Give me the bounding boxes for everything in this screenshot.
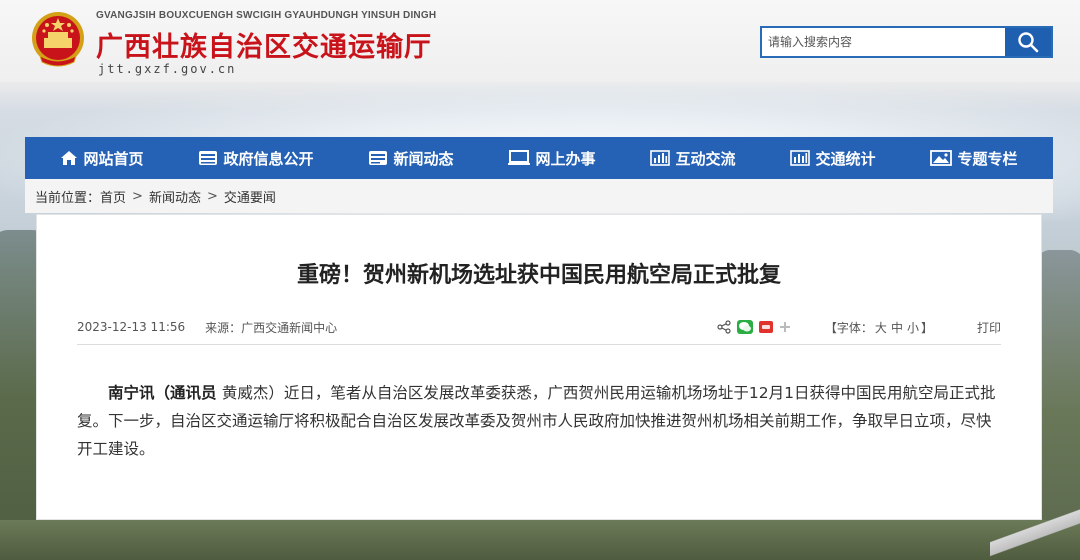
nav-item-label: 专题专栏 [957, 149, 1018, 168]
article-reporter: 黄威杰 [221, 384, 269, 402]
share-icons [717, 320, 791, 334]
breadcrumb-home[interactable]: 首页 [100, 187, 126, 206]
plus-icon[interactable] [779, 321, 791, 333]
monitor-icon [508, 150, 531, 165]
article-meta: 2023-12-13 11:56 来源：广西交通新闻中心 【字体： 大 中 小 … [77, 315, 1001, 339]
breadcrumb-news[interactable]: 新闻动态 [149, 187, 201, 206]
site-pinyin-name: GVANGJSIH BOUXCUENGH SWCIGIH GYAUHDUNGH … [96, 10, 437, 21]
article-source: 来源：广西交通新闻中心 [205, 320, 338, 335]
nav-item-label: 政府信息公开 [223, 149, 314, 168]
nav-item-interaction[interactable]: 互动交流 [650, 148, 736, 169]
home-icon [61, 151, 78, 165]
nav-item-home[interactable]: 网站首页 [60, 148, 144, 169]
site-url: jtt.gxzf.gov.cn [98, 62, 237, 76]
background-ground [0, 520, 1080, 560]
font-size-medium[interactable]: 中 [891, 321, 903, 335]
nav-item-news[interactable]: 新闻动态 [368, 148, 454, 169]
font-size-control: 【字体：大中小】 [825, 319, 933, 336]
site-title[interactable]: 广西壮族自治区交通运输厅 [96, 25, 432, 64]
article-body: 南宁讯（通讯员 黄威杰）近日，笔者从自治区发展改革委获悉，广西贺州民用运输机场场… [77, 379, 1001, 463]
meta-divider [77, 344, 1001, 345]
chart-icon [650, 150, 671, 166]
stats-icon [790, 150, 811, 166]
nav-item-label: 交通统计 [815, 149, 876, 168]
wechat-icon[interactable] [736, 320, 753, 334]
search-box [760, 26, 1053, 58]
nav-item-label: 网上办事 [535, 149, 596, 168]
breadcrumb-transport-news[interactable]: 交通要闻 [224, 187, 276, 206]
breadcrumb-separator: > [132, 188, 143, 204]
font-size-large[interactable]: 大 [875, 321, 887, 335]
font-size-small[interactable]: 小 [907, 321, 919, 335]
nav-item-special-topics[interactable]: 专题专栏 [930, 148, 1018, 169]
search-button[interactable] [1005, 28, 1051, 56]
national-emblem-icon[interactable] [30, 10, 86, 68]
nav-item-label: 新闻动态 [393, 149, 454, 168]
font-size-label: 【字体： [824, 320, 873, 335]
breadcrumb-prefix: 当前位置： [35, 190, 101, 206]
breadcrumb-separator: > [206, 188, 218, 204]
share-icon[interactable] [717, 320, 731, 334]
image-icon [930, 150, 953, 166]
site-header: GVANGJSIH BOUXCUENGH SWCIGIH GYAUHDUNGH … [0, 0, 1080, 82]
nav-item-online-service[interactable]: 网上办事 [508, 148, 596, 169]
info-icon [199, 151, 218, 165]
search-icon [1018, 32, 1039, 53]
weibo-icon[interactable] [758, 320, 773, 334]
article-title: 重磅！贺州新机场选址获中国民用航空局正式批复 [296, 263, 781, 288]
main-nav: 网站首页 政府信息公开 新闻动态 网上办事 互动交流 交通统计 专题专栏 [25, 137, 1053, 179]
article-date: 2023-12-13 11:56 [77, 320, 186, 334]
article-lead: 南宁讯（通讯员 [108, 384, 222, 402]
nav-item-gov-info[interactable]: 政府信息公开 [198, 148, 314, 169]
news-icon [369, 151, 388, 165]
print-button[interactable]: 打印 [977, 319, 1001, 336]
article-container: 重磅！贺州新机场选址获中国民用航空局正式批复 2023-12-13 11:56 … [36, 214, 1042, 520]
font-size-label-close: 】 [920, 320, 933, 335]
nav-item-statistics[interactable]: 交通统计 [790, 148, 876, 169]
search-input[interactable] [762, 28, 1005, 56]
nav-item-label: 互动交流 [675, 149, 736, 168]
breadcrumb: 当前位置： 首页 > 新闻动态 > 交通要闻 [25, 179, 1053, 213]
nav-item-label: 网站首页 [83, 149, 144, 168]
